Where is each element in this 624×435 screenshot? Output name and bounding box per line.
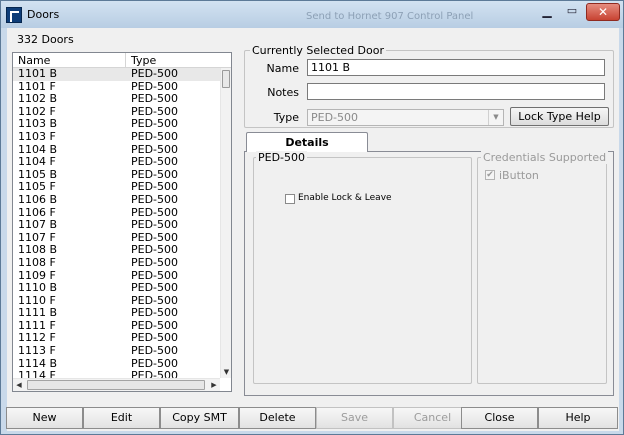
window-title: Doors	[27, 8, 60, 21]
edit-button[interactable]: Edit	[83, 407, 160, 429]
chevron-down-icon: ▼	[488, 110, 503, 125]
bottom-button-bar: New Edit Copy SMT Delete Save Cancel Clo…	[6, 407, 618, 430]
scroll-right-arrow-icon[interactable]: ▶	[209, 380, 219, 390]
ibutton-label[interactable]: iButton	[499, 169, 539, 182]
door-name-cell: 1102 B	[18, 92, 58, 106]
list-item[interactable]: 1111 B PED-500	[13, 307, 220, 320]
door-type-cell: PED-500	[131, 255, 179, 269]
list-item[interactable]: 1104 F PED-500	[13, 156, 220, 169]
doors-list[interactable]: Name Type 1101 B PED-500 1101 F PED-500 1102…	[12, 52, 232, 392]
save-button-label: Save	[340, 411, 368, 424]
scroll-left-arrow-icon[interactable]: ◀	[14, 380, 24, 390]
door-type-cell: PED-500	[131, 129, 179, 143]
cancel-button-label: Cancel	[413, 411, 452, 424]
maximize-button[interactable]: ▭	[560, 4, 584, 20]
door-type-cell: PED-500	[131, 68, 179, 80]
door-name-field[interactable]: 1101 B	[307, 59, 605, 76]
door-name-cell: 1108 F	[18, 255, 56, 269]
lock-type-help-label: Lock Type Help	[518, 110, 601, 123]
list-item[interactable]: 1107 B PED-500	[13, 219, 220, 232]
door-name-cell: 1111 B	[18, 306, 58, 320]
column-header-type[interactable]: Type	[126, 53, 220, 68]
door-name-cell: 1114 F	[18, 369, 56, 378]
ped-500-legend: PED-500	[256, 151, 308, 164]
delete-button[interactable]: Delete	[239, 407, 316, 429]
door-notes-field[interactable]	[307, 83, 605, 100]
list-header: Name Type	[13, 53, 231, 68]
doors-app-icon[interactable]	[6, 7, 22, 23]
name-label: Name	[266, 62, 299, 75]
save-button[interactable]: Save	[316, 407, 393, 429]
door-type-value: PED-500	[311, 111, 359, 124]
door-type-cell: PED-500	[131, 192, 179, 206]
tab-details[interactable]: Details	[246, 132, 368, 152]
copy-smt-button-label: Copy SMT	[172, 411, 227, 424]
door-name-cell: 1106 B	[18, 192, 58, 206]
vertical-scroll-thumb[interactable]	[222, 70, 230, 88]
selected-door-legend: Currently Selected Door	[250, 44, 387, 57]
list-item[interactable]: 1102 B PED-500	[13, 93, 220, 106]
door-name-cell: 1107 B	[18, 218, 58, 232]
edit-button-label: Edit	[110, 411, 133, 424]
list-horizontal-scrollbar[interactable]: ◀ ▶	[13, 378, 220, 391]
door-type-cell: PED-500	[131, 92, 179, 106]
door-type-cell: PED-500	[131, 369, 179, 378]
door-type-select: PED-500 ▼	[307, 109, 504, 126]
list-item[interactable]: 1113 F PED-500	[13, 344, 220, 358]
title-bar[interactable]: Doors Send to Hornet 907 Control Panel ▁…	[1, 1, 623, 28]
help-button-label: Help	[565, 411, 591, 424]
column-header-name[interactable]: Name	[13, 53, 126, 68]
door-type-cell: PED-500	[131, 344, 179, 358]
list-item[interactable]: 1103 F PED-500	[13, 129, 220, 144]
ibutton-checkbox[interactable]: ✔	[485, 170, 495, 180]
close-button-label: Close	[484, 411, 515, 424]
door-type-cell: PED-500	[131, 281, 179, 295]
scroll-down-arrow-icon[interactable]: ▼	[222, 368, 231, 377]
help-button[interactable]: Help	[538, 407, 618, 429]
close-window-button[interactable]: ✕	[586, 3, 620, 21]
credentials-supported-legend: Credentials Supported	[481, 151, 609, 164]
list-item[interactable]: 1114 F PED-500	[13, 370, 220, 378]
list-vertical-scrollbar[interactable]: ▼	[220, 68, 231, 378]
horizontal-scroll-thumb[interactable]	[27, 380, 205, 390]
checkmark-icon: ✔	[486, 170, 494, 180]
delete-button-label: Delete	[259, 411, 296, 424]
door-name-cell: 1103 F	[18, 129, 56, 143]
background-window-title: Send to Hornet 907 Control Panel	[306, 11, 474, 22]
close-button[interactable]: Close	[461, 407, 538, 429]
list-item[interactable]: 1106 B PED-500	[13, 192, 220, 207]
door-type-cell: PED-500	[131, 218, 179, 232]
new-button-label: New	[32, 411, 57, 424]
type-label: Type	[273, 111, 299, 124]
ped-500-group	[253, 157, 472, 384]
copy-smt-button[interactable]: Copy SMT	[160, 407, 239, 429]
new-button[interactable]: New	[6, 407, 83, 429]
door-name-cell: 1101 B	[18, 68, 58, 80]
enable-lock-leave-label[interactable]: Enable Lock & Leave	[298, 193, 392, 203]
list-rows: 1101 B PED-500 1101 F PED-500 1102 B PED-500 1…	[13, 68, 220, 378]
minimize-button[interactable]: ▁	[535, 4, 559, 20]
door-name-cell: 1104 F	[18, 155, 56, 169]
notes-label: Notes	[267, 86, 299, 99]
door-count-label: 332 Doors	[17, 33, 74, 46]
list-item[interactable]: 1101 B PED-500	[13, 68, 220, 81]
credentials-supported-group	[477, 157, 607, 384]
enable-lock-leave-checkbox[interactable]	[285, 194, 295, 204]
list-item[interactable]: 1108 F PED-500	[13, 255, 220, 270]
door-name-cell: 1113 F	[18, 344, 56, 358]
door-name-cell: 1110 B	[18, 281, 58, 295]
door-type-cell: PED-500	[131, 306, 179, 320]
lock-type-help-button[interactable]: Lock Type Help	[510, 107, 609, 126]
list-item[interactable]: 1110 B PED-500	[13, 281, 220, 295]
door-type-cell: PED-500	[131, 155, 179, 169]
